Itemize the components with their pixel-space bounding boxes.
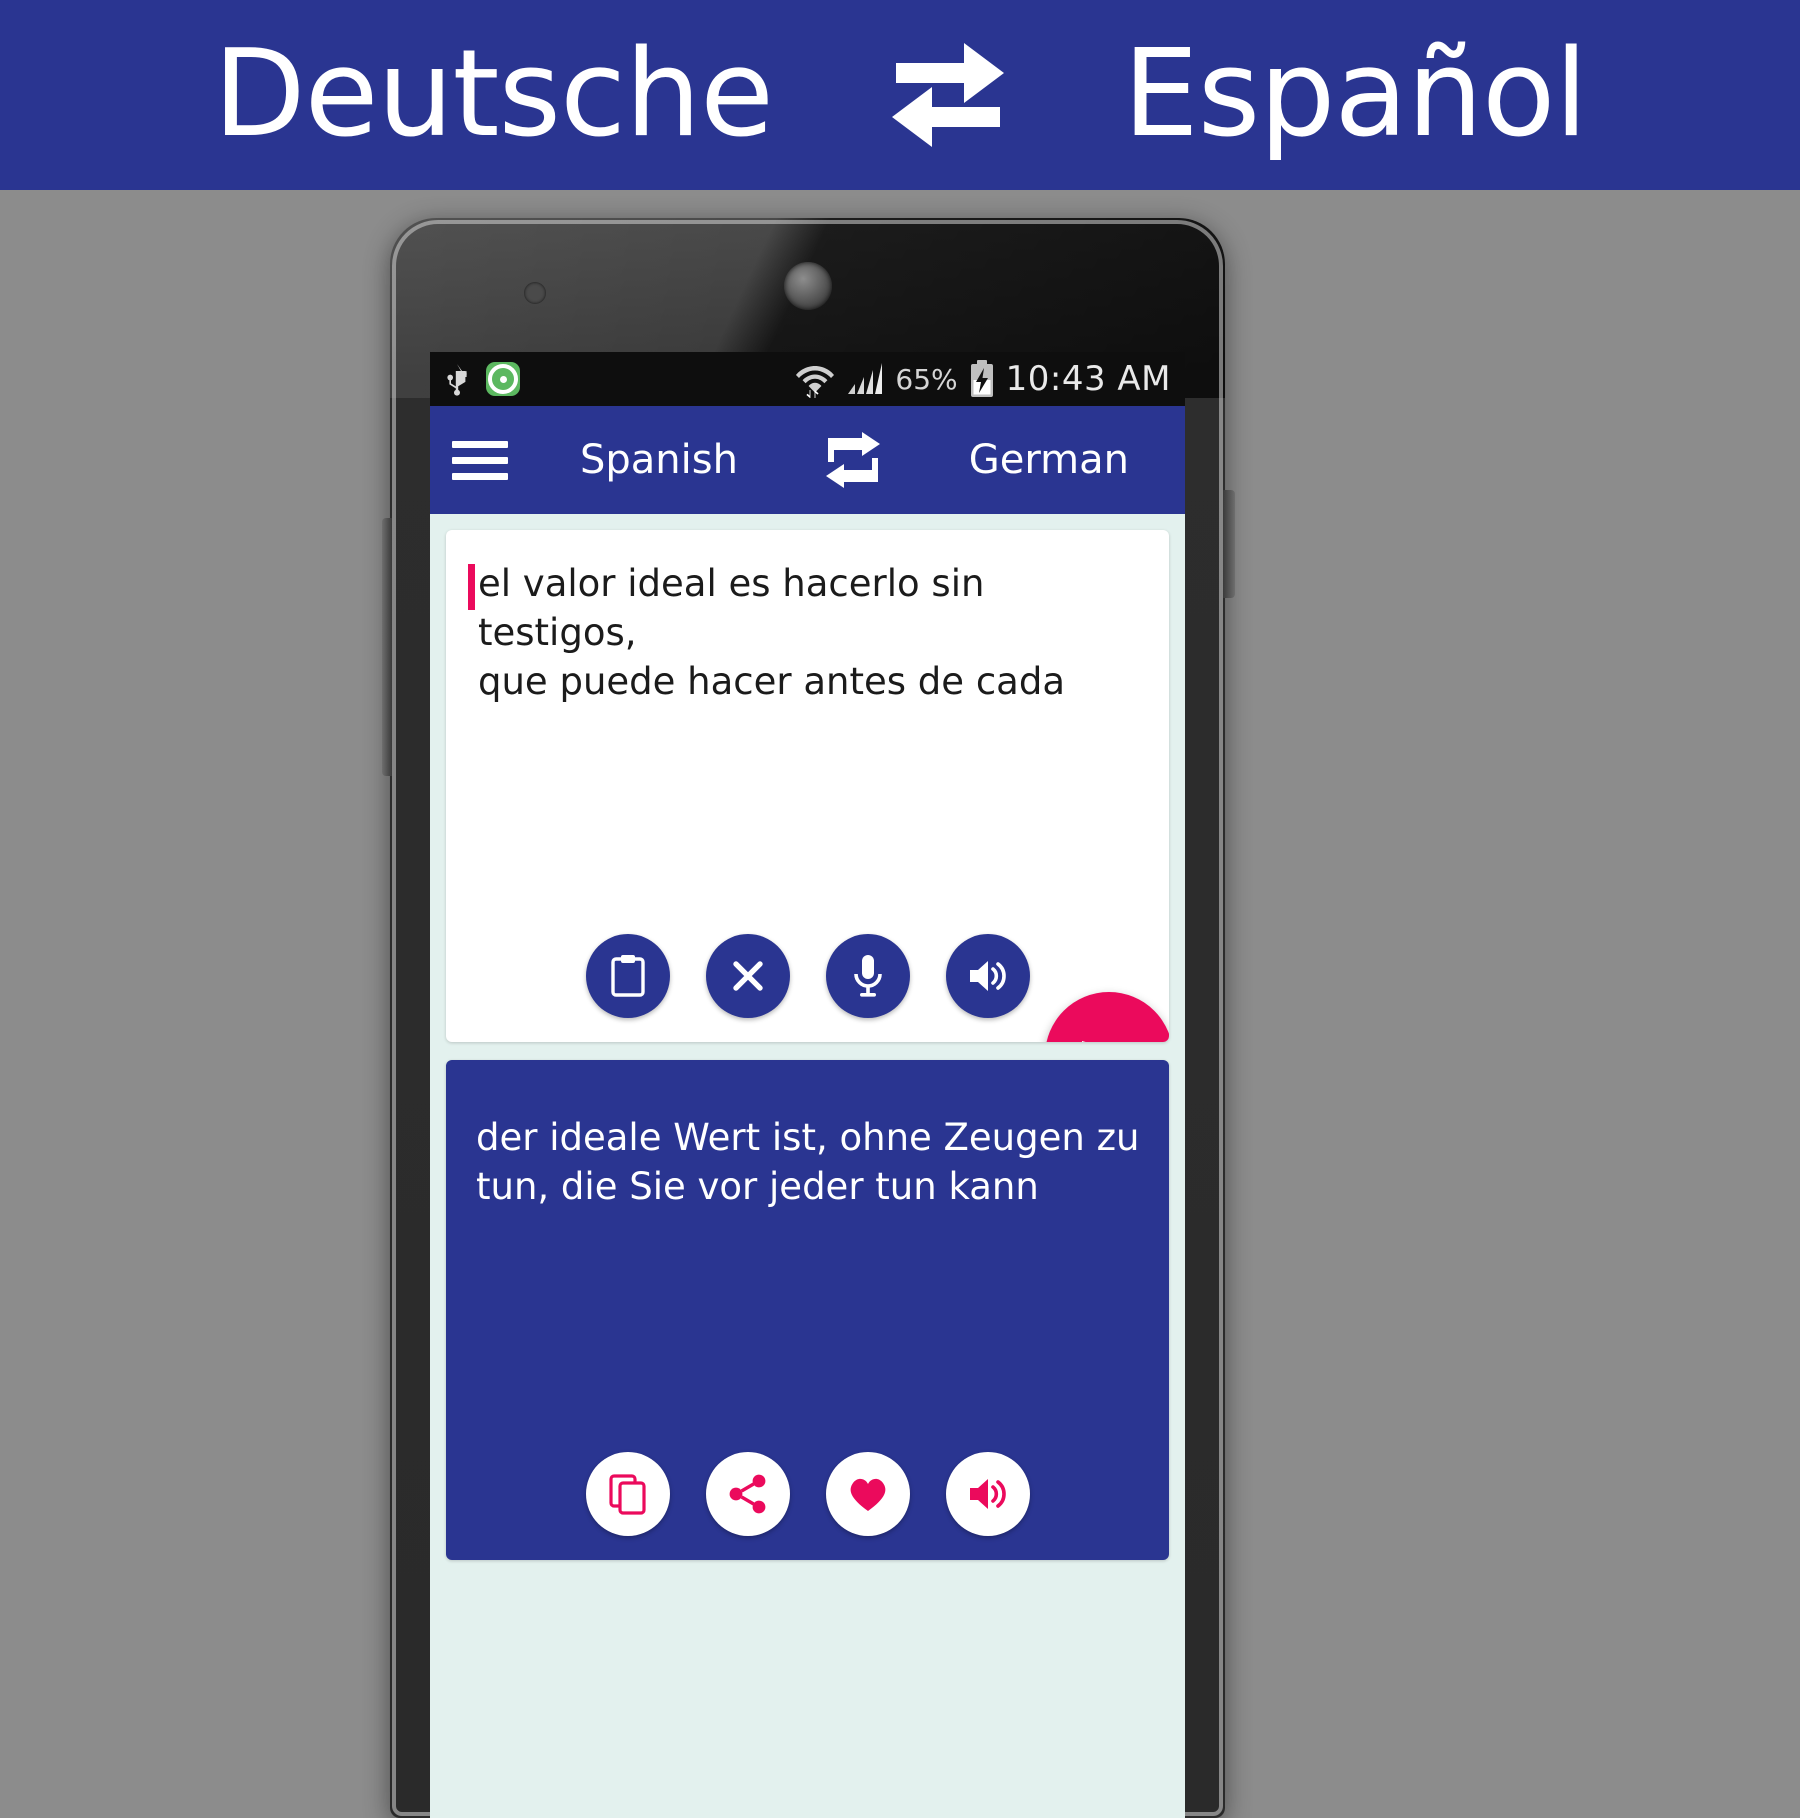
battery-percent-label: 65% xyxy=(895,362,958,396)
send-arrow-icon xyxy=(1082,1041,1086,1042)
usb-icon xyxy=(447,364,467,396)
phone-mockup: 65% 10:43 AM Spanish German el valor ide… xyxy=(382,218,1235,1818)
banner-target-language: Español xyxy=(1122,25,1588,164)
banner-source-language: Deutsche xyxy=(213,25,774,164)
earpiece-speaker xyxy=(783,262,832,310)
front-camera xyxy=(524,282,546,304)
favorite-button[interactable] xyxy=(825,1452,910,1536)
share-button[interactable] xyxy=(705,1452,790,1536)
clock-label: 10:43 AM xyxy=(1005,359,1171,399)
translation-actions-row xyxy=(446,1452,1169,1536)
signal-bars-icon xyxy=(848,363,883,394)
close-x-icon xyxy=(732,961,763,991)
source-language-selector[interactable]: Spanish xyxy=(580,437,738,483)
source-text-input[interactable]: el valor ideal es hacerlo sin testigos, … xyxy=(468,560,1147,706)
promo-banner: Deutsche Español xyxy=(0,0,1800,190)
phone-screen: 65% 10:43 AM Spanish German el valor ide… xyxy=(430,352,1185,1818)
translator-content: el valor ideal es hacerlo sin testigos, … xyxy=(430,514,1185,1560)
app-notification-icon xyxy=(486,362,520,396)
app-icon-dot xyxy=(499,375,507,383)
paste-button[interactable] xyxy=(585,934,670,1018)
hamburger-menu-icon[interactable] xyxy=(452,440,508,480)
power-button[interactable] xyxy=(1223,490,1235,598)
clear-button[interactable] xyxy=(705,934,790,1018)
status-bar-left xyxy=(444,362,520,396)
hamburger-bar xyxy=(452,440,508,448)
speak-translation-button[interactable] xyxy=(945,1452,1030,1536)
swap-arrows-icon xyxy=(891,43,1004,147)
wifi-icon xyxy=(796,366,835,398)
battery-charging-icon xyxy=(970,360,993,397)
status-bar: 65% 10:43 AM xyxy=(430,352,1185,406)
translation-text-line-1: der ideale Wert ist, ohne Zeugen zu xyxy=(476,1116,1140,1159)
microphone-icon xyxy=(853,955,882,997)
speak-source-button[interactable] xyxy=(945,934,1030,1018)
source-text-line-2: que puede hacer antes de cada xyxy=(478,659,1065,703)
translation-text: der ideale Wert ist, ohne Zeugen zu tun,… xyxy=(468,1114,1147,1212)
share-icon xyxy=(729,1474,765,1514)
hamburger-bar xyxy=(452,472,508,480)
app-icon-ring xyxy=(488,364,518,394)
copy-button[interactable] xyxy=(585,1452,670,1536)
status-bar-right: 65% 10:43 AM xyxy=(795,359,1171,399)
swap-languages-icon[interactable] xyxy=(822,432,884,488)
translation-result-card[interactable]: der ideale Wert ist, ohne Zeugen zu tun,… xyxy=(446,1060,1169,1560)
speaker-icon xyxy=(969,1479,1006,1509)
heart-icon xyxy=(850,1478,885,1511)
source-text-line-1: el valor ideal es hacerlo sin testigos, xyxy=(478,562,985,654)
volume-button[interactable] xyxy=(382,518,392,776)
text-caret xyxy=(468,564,475,610)
speaker-icon xyxy=(969,961,1006,991)
source-actions-row xyxy=(446,934,1169,1018)
translation-text-line-2: tun, die Sie vor jeder tun kann xyxy=(476,1164,1039,1208)
source-text-card[interactable]: el valor ideal es hacerlo sin testigos, … xyxy=(446,530,1169,1042)
app-toolbar: Spanish German xyxy=(430,406,1185,514)
copy-icon xyxy=(608,1474,646,1515)
hamburger-bar xyxy=(452,456,508,464)
voice-input-button[interactable] xyxy=(825,934,910,1018)
target-language-selector[interactable]: German xyxy=(969,437,1129,483)
clipboard-icon xyxy=(610,955,645,997)
